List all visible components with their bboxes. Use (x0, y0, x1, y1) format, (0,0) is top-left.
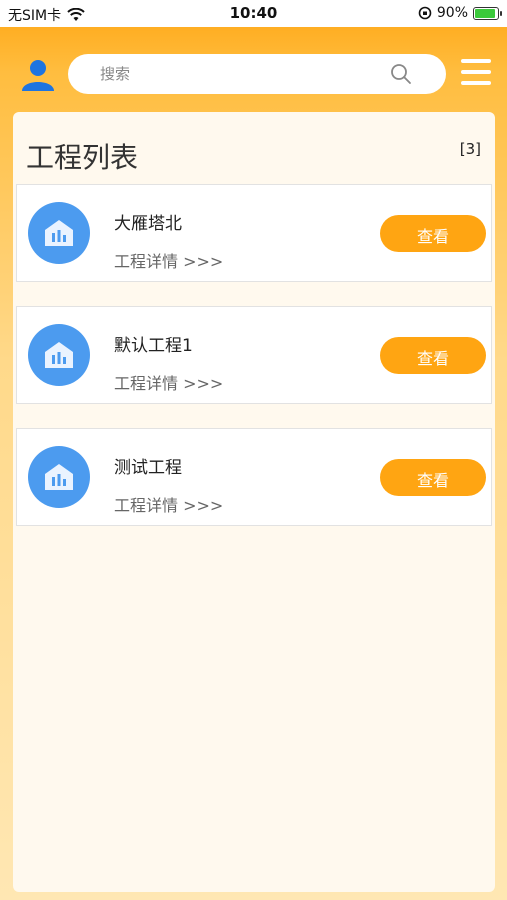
orientation-lock-icon (418, 6, 432, 20)
battery-percent: 90% (436, 5, 468, 21)
header (0, 27, 507, 112)
project-detail-link[interactable]: 工程详情 >>> (114, 492, 223, 516)
project-detail-link[interactable]: 工程详情 >>> (114, 370, 223, 394)
battery-fill (475, 8, 495, 18)
project-avatar (28, 324, 90, 386)
project-avatar (28, 202, 90, 264)
project-name: 测试工程 (114, 458, 182, 478)
project-detail-link[interactable]: 工程详情 >>> (114, 248, 223, 272)
view-button[interactable]: 查看 (380, 337, 486, 374)
view-button[interactable]: 查看 (380, 215, 486, 252)
project-avatar (28, 446, 90, 508)
project-icon (45, 342, 73, 368)
user-icon[interactable] (20, 57, 56, 93)
menu-line (461, 70, 491, 74)
project-list-panel: 工程列表 [3] 大雁塔北 工程详情 >>> 查看 默认工程1 工程详情 >>>… (13, 112, 495, 892)
search-bar[interactable] (68, 54, 446, 94)
search-input[interactable] (100, 54, 380, 94)
view-button[interactable]: 查看 (380, 459, 486, 496)
status-right: 90% (418, 5, 502, 21)
page-title: 工程列表 (26, 141, 139, 174)
search-icon[interactable] (390, 63, 412, 85)
menu-icon[interactable] (461, 59, 491, 89)
battery-icon (473, 6, 502, 20)
menu-line (461, 81, 491, 85)
project-name: 默认工程1 (114, 336, 193, 356)
project-card: 测试工程 工程详情 >>> 查看 (16, 428, 492, 526)
project-icon (45, 220, 73, 246)
menu-line (461, 59, 491, 63)
project-card: 默认工程1 工程详情 >>> 查看 (16, 306, 492, 404)
project-card: 大雁塔北 工程详情 >>> 查看 (16, 184, 492, 282)
project-count: [3] (459, 140, 481, 158)
status-bar: 无SIM卡 10:40 90% (0, 0, 507, 27)
project-icon (45, 464, 73, 490)
project-name: 大雁塔北 (114, 214, 182, 234)
